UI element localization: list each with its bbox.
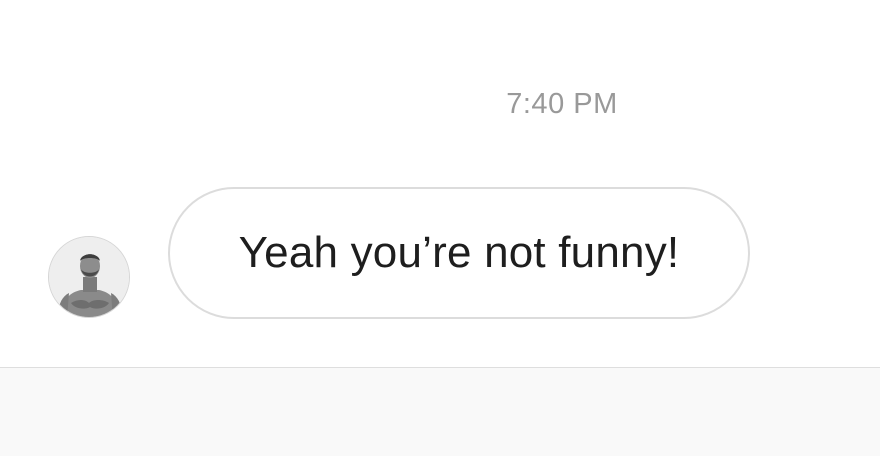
- avatar-photo-icon: [49, 237, 129, 317]
- message-text: Yeah you’re not funny!: [238, 228, 680, 277]
- message-composer-area[interactable]: [0, 367, 880, 456]
- message-bubble[interactable]: Yeah you’re not funny!: [168, 187, 750, 319]
- message-timestamp: 7:40 PM: [506, 88, 618, 120]
- sender-avatar[interactable]: [48, 236, 130, 318]
- chat-thread[interactable]: 7:40 PM Yeah you’re not funny!: [0, 0, 880, 367]
